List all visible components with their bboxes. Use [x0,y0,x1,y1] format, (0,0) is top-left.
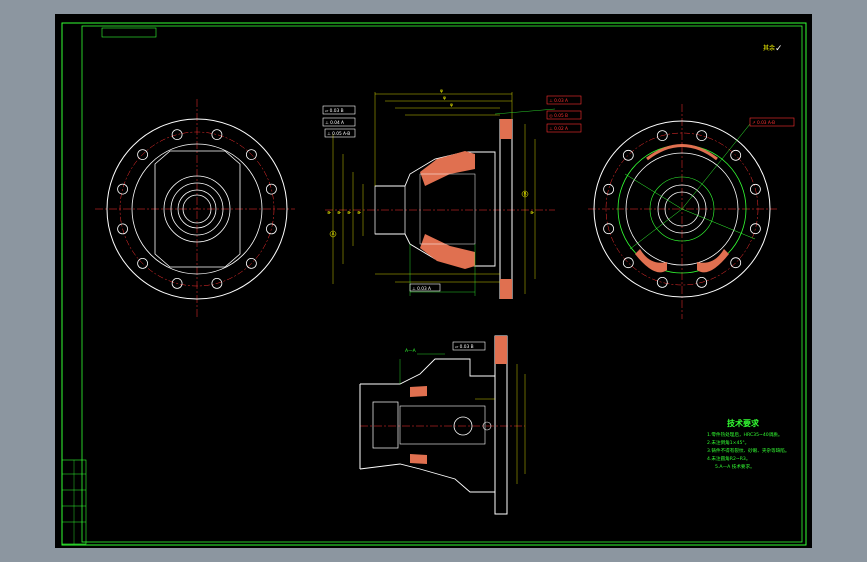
svg-text:φ: φ [347,211,352,214]
bolt-hole [265,183,277,195]
svg-text:φ: φ [443,96,446,101]
bolt-hole [656,276,668,288]
svg-text:⊥ 0.03 A: ⊥ 0.03 A [549,98,568,104]
bolt-hole [730,257,742,269]
tech-req-line-5: 5.A—A 技术要求。 [715,465,755,470]
detail-view: ▱ 0.03 B A—A [359,335,526,515]
roughness-note: 其余 [763,44,775,52]
tech-req-line-3: 3.铸件不得有裂纹、砂眼、夹杂等缺陷。 [707,449,790,454]
svg-text:φ: φ [327,211,332,214]
bolt-hole [603,183,614,195]
inner-frame [81,25,803,543]
cad-viewport[interactable]: 其余 ✓ ↗ 0.03 A-B φ φ φ φ φ φ φ φ ⊥ 0.03 A… [55,14,812,548]
svg-text:φ: φ [450,103,453,108]
right-tolerance-text: ↗ 0.03 A-B [752,120,775,126]
tech-req-line-1: 1.零件热处理后，HRC35~40调质。 [707,433,783,438]
svg-text:⊥ 0.03 A: ⊥ 0.03 A [412,286,431,292]
bolt-hole [171,129,183,140]
bolt-hole [750,223,761,235]
roughness-symbol: ✓ [775,44,783,54]
right-view: ↗ 0.03 A-B [588,104,795,319]
svg-text:⊥ 0.05 A-B: ⊥ 0.05 A-B [327,131,350,137]
tech-req-line-2: 2.未注倒角1×45°。 [707,441,750,446]
tech-req-line-4: 4.未注圆角R2~R3。 [707,457,751,462]
svg-text:▱ 0.03 B: ▱ 0.03 B [455,344,474,350]
center-section-view: φ φ φ φ φ φ φ φ ⊥ 0.03 A ◎ 0.05 B ⊥ 0.02… [322,89,582,299]
svg-text:B: B [524,192,527,198]
svg-text:⊥ 0.02 A: ⊥ 0.02 A [549,126,568,132]
svg-text:◎ 0.05 B: ◎ 0.05 B [549,113,568,119]
tech-requirements-title: 技术要求 [727,419,759,428]
detail-label: A—A [405,348,417,354]
svg-text:φ: φ [357,211,362,214]
top-title-tag [101,27,157,38]
dim-overall-length: φ [440,89,443,94]
bolt-hole [211,129,223,140]
svg-text:⊥ 0.04 A: ⊥ 0.04 A [325,120,344,126]
engineering-drawing: 其余 ✓ ↗ 0.03 A-B φ φ φ φ φ φ φ φ ⊥ 0.03 A… [61,22,807,546]
svg-text:φ: φ [530,211,535,214]
bolt-hole [622,257,634,269]
svg-text:▱ 0.03 B: ▱ 0.03 B [325,108,344,114]
svg-text:φ: φ [337,211,342,214]
left-view [95,99,295,319]
